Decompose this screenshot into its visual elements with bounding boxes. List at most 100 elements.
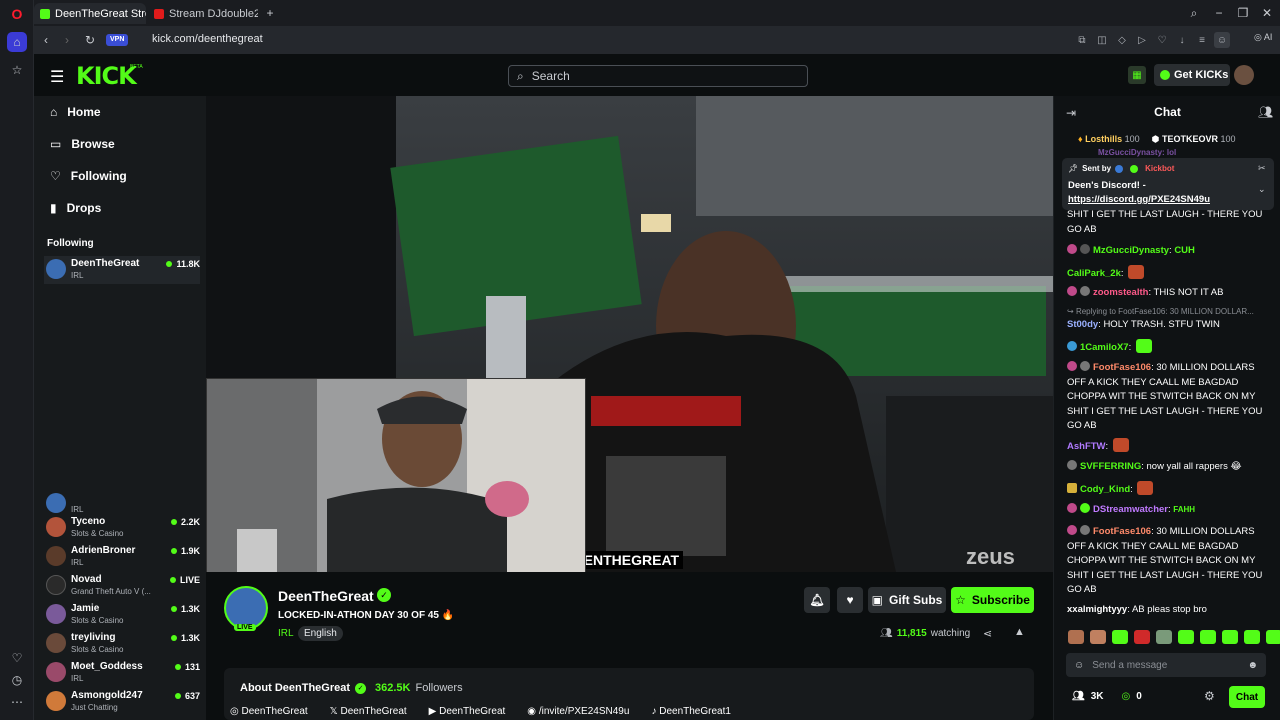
home-icon[interactable]: ⌂: [7, 32, 27, 52]
emote-picker-icon[interactable]: ☺: [1074, 660, 1084, 671]
search-input[interactable]: ⌕ Search: [508, 65, 808, 87]
following-item[interactable]: Novad Grand Theft Auto V (... LIVE: [44, 572, 200, 600]
emote-icon[interactable]: [1178, 630, 1194, 644]
kick-logo[interactable]: KICK: [76, 62, 137, 90]
bookmark-heart-icon[interactable]: ♡: [1154, 32, 1170, 48]
chat-input[interactable]: ☺ Send a message ☻: [1066, 653, 1266, 677]
chat-users-icon[interactable]: 👥︎: [1258, 105, 1273, 119]
follow-heart-button[interactable]: ♥: [837, 587, 863, 613]
back-icon[interactable]: ‹: [37, 31, 55, 49]
emote-icon[interactable]: [1200, 630, 1216, 644]
chat-message[interactable]: MzGucciDynasty: CUH: [1067, 244, 1272, 259]
screenshot-icon[interactable]: ⧉: [1074, 32, 1090, 48]
followers-count: 362.5K: [375, 682, 411, 694]
social-tiktok[interactable]: ♪ DeenTheGreat1: [651, 706, 731, 717]
url-field[interactable]: kick.com/deenthegreat: [152, 33, 263, 45]
following-item[interactable]: DeenTheGreat IRL 11.8K: [44, 256, 200, 284]
following-item[interactable]: Tyceno Slots & Casino 2.2K: [44, 514, 200, 542]
emote-icon: [1137, 481, 1154, 495]
nav-browse[interactable]: ▭ Browse: [50, 134, 115, 154]
channel-name[interactable]: DeenTheGreat: [278, 588, 374, 604]
chat-message[interactable]: Cody_Kind:: [1067, 481, 1272, 498]
chevron-down-icon[interactable]: ⌄: [1258, 184, 1266, 195]
chat-message[interactable]: xxalmightyyy: AB pleas stop bro: [1067, 603, 1272, 618]
download-icon[interactable]: ↓: [1174, 32, 1190, 48]
nav-following[interactable]: ♡ Following: [50, 166, 127, 186]
search-tabs-icon[interactable]: ⌕: [1184, 4, 1204, 22]
share-icon[interactable]: ⋖: [983, 627, 992, 640]
star-icon: ☆: [955, 593, 966, 607]
chat-message[interactable]: zoomstealth: THIS NOT IT AB: [1067, 286, 1272, 301]
following-item[interactable]: Moet_Goddess IRL 131: [44, 659, 200, 687]
emote-icon[interactable]: [1134, 630, 1150, 644]
opera-logo-icon[interactable]: O: [7, 4, 27, 24]
emote-icon[interactable]: [1244, 630, 1260, 644]
following-item[interactable]: Jamie Slots & Casino 1.3K: [44, 601, 200, 629]
leaderboard-item[interactable]: ♦ Losthills 100: [1078, 134, 1140, 145]
pinned-message[interactable]: 📌︎ Sent by Kickbot ✂ ⌄ Deen's Discord! -…: [1062, 158, 1274, 210]
menu-icon[interactable]: ≡: [1194, 32, 1210, 48]
following-item[interactable]: Asmongold247 Just Chatting 637: [44, 688, 200, 716]
chat-message[interactable]: FootFase106: 30 MILLION DOLLARS OFF A KI…: [1067, 361, 1272, 434]
chat-title: Chat: [1154, 105, 1181, 119]
notification-bell-button[interactable]: 🔔︎: [804, 587, 830, 613]
send-chat-button[interactable]: Chat: [1229, 686, 1265, 708]
hamburger-menu-icon[interactable]: ☰: [50, 67, 64, 87]
chat-message[interactable]: CaliPark_2k:: [1067, 265, 1272, 282]
shield-icon[interactable]: ◇: [1114, 32, 1130, 48]
star-icon[interactable]: ☆: [7, 60, 27, 80]
profile-icon[interactable]: ☺: [1214, 32, 1230, 48]
emote-icon[interactable]: [1222, 630, 1238, 644]
chat-message[interactable]: SVFFERRING: now yall all rappers 😂: [1067, 460, 1272, 475]
social-x[interactable]: 𝕏 DeenTheGreat: [330, 706, 407, 717]
chat-message[interactable]: AshFTW:: [1067, 438, 1272, 455]
settings-gear-icon[interactable]: ⚙: [1204, 689, 1215, 703]
leaderboard-item[interactable]: ⬢ TEOTKEOVR 100: [1152, 134, 1236, 145]
new-tab-icon[interactable]: +: [260, 4, 280, 22]
reload-icon[interactable]: ↻: [81, 31, 99, 49]
emoji-icon[interactable]: ☻: [1247, 660, 1258, 671]
unpin-icon[interactable]: ✂: [1258, 163, 1266, 174]
video-player[interactable]: K DEENTHEGREAT zeus: [206, 96, 1053, 572]
category-link[interactable]: IRL: [278, 628, 294, 639]
streamer-dashboard-icon[interactable]: ▦: [1128, 66, 1146, 84]
sub-badge-icon: [1067, 361, 1077, 371]
social-discord[interactable]: ◉ /invite/PXE24SN49u: [527, 706, 629, 717]
nav-drops[interactable]: ▮ Drops: [50, 198, 101, 218]
social-instagram[interactable]: ◎ DeenTheGreat: [230, 706, 308, 717]
heart-icon[interactable]: ♡: [7, 648, 27, 668]
following-item[interactable]: AdrienBroner IRL 1.9K: [44, 543, 200, 571]
maximize-icon[interactable]: ❐: [1233, 4, 1253, 22]
social-youtube[interactable]: ▶ DeenTheGreat: [429, 706, 506, 717]
chat-message[interactable]: SHIT I GET THE LAST LAUGH - THERE YOU GO…: [1067, 208, 1272, 237]
forward-icon[interactable]: ›: [58, 31, 76, 49]
emote-icon[interactable]: [1156, 630, 1172, 644]
pinned-link[interactable]: https://discord.gg/PXE24SN49u: [1068, 194, 1210, 205]
emote-icon[interactable]: [1068, 630, 1084, 644]
report-icon[interactable]: ▲: [1014, 626, 1025, 638]
gift-subs-button[interactable]: ▣ Gift Subs: [868, 587, 946, 613]
tab-deenthegreat[interactable]: DeenTheGreat Stream: [34, 3, 146, 24]
emote-icon[interactable]: [1112, 630, 1128, 644]
tab-djdouble[interactable]: Stream DJdouble2024 | Li: [148, 3, 258, 24]
nav-home[interactable]: ⌂ Home: [50, 102, 101, 122]
user-avatar[interactable]: [1234, 65, 1254, 85]
more-icon[interactable]: ⋯: [7, 692, 27, 712]
language-tag[interactable]: English: [298, 626, 343, 641]
emote-icon[interactable]: [1090, 630, 1106, 644]
subscribe-button[interactable]: ☆ Subscribe: [951, 587, 1034, 613]
play-icon[interactable]: ▷: [1134, 32, 1150, 48]
chat-message[interactable]: 1CamiloX7:: [1067, 339, 1272, 356]
chat-message[interactable]: St00dy: HOLY TRASH. STFU TWIN: [1067, 318, 1272, 333]
chat-message[interactable]: FootFase106: 30 MILLION DOLLARS OFF A KI…: [1067, 525, 1272, 598]
camera-icon[interactable]: ◫: [1094, 32, 1110, 48]
following-item[interactable]: treyliving Slots & Casino 1.3K: [44, 630, 200, 658]
ai-button[interactable]: ◎ AI: [1254, 32, 1272, 43]
get-kicks-button[interactable]: Get KICKs: [1154, 64, 1230, 86]
minimize-icon[interactable]: −: [1209, 4, 1229, 22]
vpn-badge[interactable]: VPN: [106, 34, 129, 46]
history-icon[interactable]: ◷: [7, 670, 27, 690]
chat-message[interactable]: DStreamwatcher: FAHH: [1067, 503, 1272, 518]
emote-icon[interactable]: [1266, 630, 1280, 644]
close-icon[interactable]: ✕: [1257, 4, 1277, 22]
